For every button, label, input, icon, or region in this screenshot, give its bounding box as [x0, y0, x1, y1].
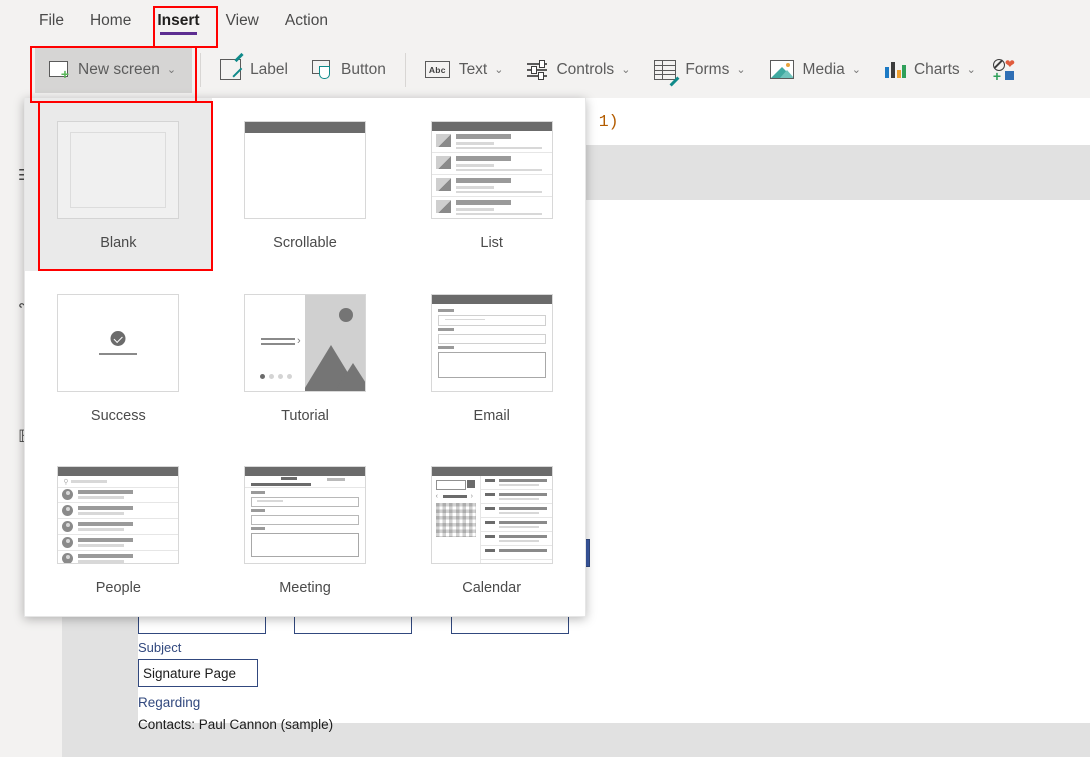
- template-card-email[interactable]: Email: [398, 271, 585, 444]
- screen-template-grid: Blank Scrollable List Success › Tutorial…: [25, 98, 585, 616]
- insert-label-button[interactable]: Label: [209, 46, 299, 93]
- insert-media-label: Media: [802, 60, 845, 78]
- insert-charts-menu[interactable]: Charts ⌄: [874, 46, 987, 93]
- template-name-people: People: [95, 580, 141, 597]
- ribbon-toolbar: + New screen ⌄ Label Button Abc Text ⌄ C…: [0, 41, 1090, 99]
- template-card-calendar[interactable]: ‹ › Calendar: [398, 443, 585, 616]
- field-subject-input[interactable]: Signature Page: [138, 659, 258, 687]
- template-card-people[interactable]: ⚲ People: [25, 443, 212, 616]
- new-screen-label: New screen: [78, 60, 160, 78]
- insert-label-text: Label: [250, 60, 288, 78]
- template-thumbnail-scrollable: [243, 121, 366, 219]
- new-screen-icon: +: [49, 61, 69, 81]
- insert-text-label: Text: [458, 60, 488, 78]
- chevron-down-icon: ⌄: [621, 64, 631, 76]
- menu-item-file[interactable]: File: [39, 0, 64, 41]
- menu-item-action[interactable]: Action: [285, 0, 328, 41]
- insert-button-button[interactable]: Button: [301, 46, 397, 93]
- template-thumbnail-calendar: ‹ ›: [430, 466, 553, 565]
- insert-forms-label: Forms: [685, 60, 730, 78]
- insert-controls-menu[interactable]: Controls ⌄: [516, 46, 641, 93]
- insert-charts-label: Charts: [913, 60, 960, 78]
- menu-item-home[interactable]: Home: [90, 0, 131, 41]
- ribbon-separator: [200, 52, 202, 87]
- template-name-blank: Blank: [100, 235, 137, 251]
- template-name-scrollable: Scrollable: [273, 235, 337, 251]
- template-thumbnail-success: [57, 293, 180, 392]
- chevron-down-icon: ⌄: [851, 64, 861, 76]
- controls-icon: [527, 60, 548, 80]
- menu-bar: File Home Insert View Action: [0, 0, 1090, 41]
- template-thumbnail-tutorial: ›: [243, 293, 366, 392]
- template-thumbnail-people: ⚲: [57, 466, 180, 565]
- template-thumbnail-email: [430, 293, 553, 392]
- template-card-list[interactable]: List: [398, 98, 585, 271]
- template-thumbnail-meeting: [243, 466, 366, 565]
- template-card-meeting[interactable]: Meeting: [212, 443, 399, 616]
- new-screen-button[interactable]: + New screen ⌄: [35, 46, 193, 93]
- template-name-list: List: [480, 235, 503, 251]
- insert-controls-label: Controls: [556, 60, 615, 78]
- icons-gallery-icon: ❤ +: [992, 56, 1015, 84]
- insert-forms-menu[interactable]: Forms ⌄: [643, 46, 756, 93]
- template-name-tutorial: Tutorial: [281, 407, 329, 424]
- template-name-email: Email: [473, 407, 510, 424]
- template-thumbnail-list: [430, 121, 553, 219]
- template-card-success[interactable]: Success: [25, 271, 212, 444]
- insert-icons-menu[interactable]: ❤ +: [989, 46, 1023, 93]
- regarding-label: Regarding: [138, 695, 201, 710]
- template-card-tutorial[interactable]: › Tutorial: [212, 271, 399, 444]
- field-subject-value: Signature Page: [143, 665, 237, 681]
- chevron-down-icon: ⌄: [494, 64, 504, 76]
- insert-button-text: Button: [341, 60, 386, 78]
- charts-icon: [884, 61, 906, 78]
- template-card-blank[interactable]: Blank: [25, 98, 212, 271]
- chevron-down-icon: ⌄: [736, 64, 746, 76]
- template-name-success: Success: [90, 407, 146, 424]
- media-icon: [769, 60, 794, 79]
- field-subject: Subject Signature Page: [138, 640, 258, 687]
- insert-text-menu[interactable]: Abc Text ⌄: [414, 46, 515, 93]
- regarding-block: Regarding Contacts: Paul Cannon (sample): [138, 695, 333, 732]
- template-name-calendar: Calendar: [462, 580, 522, 597]
- regarding-value: Contacts: Paul Cannon (sample): [138, 717, 334, 732]
- field-subject-label: Subject: [138, 640, 182, 655]
- forms-icon: [654, 59, 680, 86]
- menu-item-insert[interactable]: Insert: [157, 0, 200, 41]
- template-card-scrollable[interactable]: Scrollable: [212, 98, 399, 271]
- text-icon: Abc: [424, 61, 450, 78]
- ribbon-separator: [404, 52, 406, 87]
- chevron-down-icon: ⌄: [966, 64, 976, 76]
- template-thumbnail-blank: [57, 121, 180, 219]
- button-icon: [312, 60, 332, 79]
- menu-item-view[interactable]: View: [226, 0, 259, 41]
- insert-media-menu[interactable]: Media ⌄: [759, 46, 872, 93]
- new-screen-flyout: Blank Scrollable List Success › Tutorial…: [24, 98, 586, 617]
- chevron-down-icon: ⌄: [166, 64, 177, 76]
- template-name-meeting: Meeting: [279, 580, 331, 597]
- label-icon: [220, 52, 244, 80]
